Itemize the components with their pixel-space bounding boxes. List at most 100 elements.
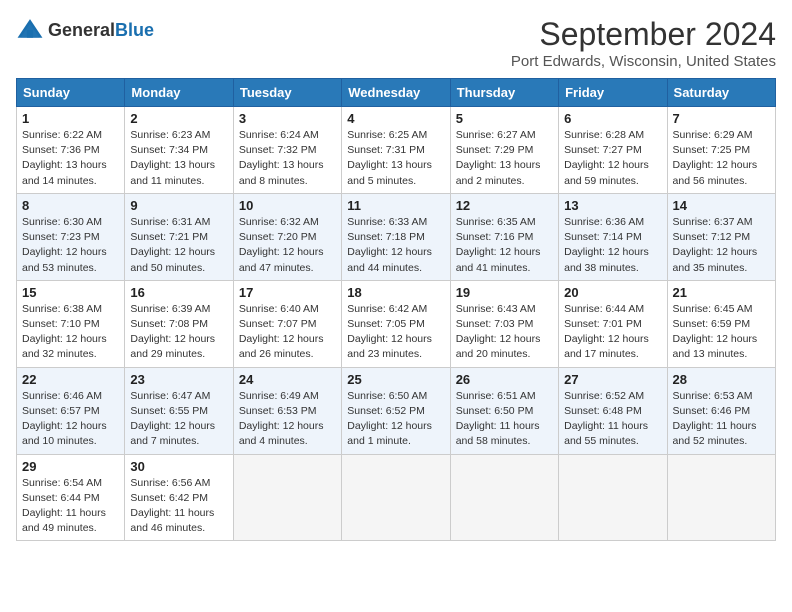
- sunset-label: Sunset: 7:23 PM: [22, 231, 100, 243]
- day-number: 27: [564, 372, 661, 387]
- daylight-label: Daylight: 12 hours and 41 minutes.: [456, 246, 541, 273]
- day-number: 16: [130, 285, 227, 300]
- daylight-label: Daylight: 13 hours and 5 minutes.: [347, 159, 432, 186]
- daylight-label: Daylight: 12 hours and 32 minutes.: [22, 333, 107, 360]
- calendar-cell: 15 Sunrise: 6:38 AM Sunset: 7:10 PM Dayl…: [17, 280, 125, 367]
- daylight-label: Daylight: 12 hours and 23 minutes.: [347, 333, 432, 360]
- day-info: Sunrise: 6:29 AM Sunset: 7:25 PM Dayligh…: [673, 128, 770, 189]
- day-info: Sunrise: 6:33 AM Sunset: 7:18 PM Dayligh…: [347, 215, 444, 276]
- day-number: 10: [239, 198, 336, 213]
- day-number: 3: [239, 111, 336, 126]
- day-info: Sunrise: 6:51 AM Sunset: 6:50 PM Dayligh…: [456, 389, 553, 450]
- sunset-label: Sunset: 7:29 PM: [456, 144, 534, 156]
- daylight-label: Daylight: 12 hours and 7 minutes.: [130, 420, 215, 447]
- day-info: Sunrise: 6:49 AM Sunset: 6:53 PM Dayligh…: [239, 389, 336, 450]
- sunset-label: Sunset: 6:46 PM: [673, 405, 751, 417]
- day-number: 12: [456, 198, 553, 213]
- calendar-cell: [233, 454, 341, 541]
- sunrise-label: Sunrise: 6:39 AM: [130, 303, 210, 315]
- sunrise-label: Sunrise: 6:30 AM: [22, 216, 102, 228]
- sunset-label: Sunset: 7:05 PM: [347, 318, 425, 330]
- calendar-cell: 23 Sunrise: 6:47 AM Sunset: 6:55 PM Dayl…: [125, 367, 233, 454]
- daylight-label: Daylight: 12 hours and 29 minutes.: [130, 333, 215, 360]
- sunset-label: Sunset: 7:08 PM: [130, 318, 208, 330]
- day-info: Sunrise: 6:45 AM Sunset: 6:59 PM Dayligh…: [673, 302, 770, 363]
- calendar-cell: 3 Sunrise: 6:24 AM Sunset: 7:32 PM Dayli…: [233, 107, 341, 194]
- calendar-cell: 24 Sunrise: 6:49 AM Sunset: 6:53 PM Dayl…: [233, 367, 341, 454]
- daylight-label: Daylight: 12 hours and 4 minutes.: [239, 420, 324, 447]
- sunset-label: Sunset: 7:18 PM: [347, 231, 425, 243]
- sunrise-label: Sunrise: 6:37 AM: [673, 216, 753, 228]
- day-info: Sunrise: 6:39 AM Sunset: 7:08 PM Dayligh…: [130, 302, 227, 363]
- month-title: September 2024: [511, 16, 776, 53]
- day-number: 17: [239, 285, 336, 300]
- calendar-week-row: 8 Sunrise: 6:30 AM Sunset: 7:23 PM Dayli…: [17, 193, 776, 280]
- sunset-label: Sunset: 6:55 PM: [130, 405, 208, 417]
- sunset-label: Sunset: 7:36 PM: [22, 144, 100, 156]
- sunrise-label: Sunrise: 6:32 AM: [239, 216, 319, 228]
- day-number: 8: [22, 198, 119, 213]
- calendar-cell: 21 Sunrise: 6:45 AM Sunset: 6:59 PM Dayl…: [667, 280, 775, 367]
- day-number: 4: [347, 111, 444, 126]
- sunrise-label: Sunrise: 6:28 AM: [564, 129, 644, 141]
- sunset-label: Sunset: 7:10 PM: [22, 318, 100, 330]
- sunrise-label: Sunrise: 6:38 AM: [22, 303, 102, 315]
- calendar-cell: 22 Sunrise: 6:46 AM Sunset: 6:57 PM Dayl…: [17, 367, 125, 454]
- calendar-cell: [342, 454, 450, 541]
- daylight-label: Daylight: 11 hours and 49 minutes.: [22, 507, 106, 534]
- sunset-label: Sunset: 7:31 PM: [347, 144, 425, 156]
- calendar-cell: 30 Sunrise: 6:56 AM Sunset: 6:42 PM Dayl…: [125, 454, 233, 541]
- calendar-cell: 26 Sunrise: 6:51 AM Sunset: 6:50 PM Dayl…: [450, 367, 558, 454]
- sunset-label: Sunset: 7:27 PM: [564, 144, 642, 156]
- day-info: Sunrise: 6:53 AM Sunset: 6:46 PM Dayligh…: [673, 389, 770, 450]
- sunset-label: Sunset: 7:25 PM: [673, 144, 751, 156]
- daylight-label: Daylight: 12 hours and 50 minutes.: [130, 246, 215, 273]
- calendar-cell: 14 Sunrise: 6:37 AM Sunset: 7:12 PM Dayl…: [667, 193, 775, 280]
- sunrise-label: Sunrise: 6:51 AM: [456, 390, 536, 402]
- day-number: 1: [22, 111, 119, 126]
- calendar-cell: [667, 454, 775, 541]
- calendar-cell: 13 Sunrise: 6:36 AM Sunset: 7:14 PM Dayl…: [559, 193, 667, 280]
- sunset-label: Sunset: 7:32 PM: [239, 144, 317, 156]
- calendar-cell: 6 Sunrise: 6:28 AM Sunset: 7:27 PM Dayli…: [559, 107, 667, 194]
- day-info: Sunrise: 6:40 AM Sunset: 7:07 PM Dayligh…: [239, 302, 336, 363]
- day-info: Sunrise: 6:44 AM Sunset: 7:01 PM Dayligh…: [564, 302, 661, 363]
- sunrise-label: Sunrise: 6:31 AM: [130, 216, 210, 228]
- day-number: 14: [673, 198, 770, 213]
- day-info: Sunrise: 6:37 AM Sunset: 7:12 PM Dayligh…: [673, 215, 770, 276]
- day-info: Sunrise: 6:25 AM Sunset: 7:31 PM Dayligh…: [347, 128, 444, 189]
- sunset-label: Sunset: 7:20 PM: [239, 231, 317, 243]
- day-number: 20: [564, 285, 661, 300]
- sunrise-label: Sunrise: 6:56 AM: [130, 477, 210, 489]
- sunset-label: Sunset: 6:57 PM: [22, 405, 100, 417]
- calendar-cell: 4 Sunrise: 6:25 AM Sunset: 7:31 PM Dayli…: [342, 107, 450, 194]
- daylight-label: Daylight: 12 hours and 44 minutes.: [347, 246, 432, 273]
- col-friday: Friday: [559, 79, 667, 107]
- sunrise-label: Sunrise: 6:50 AM: [347, 390, 427, 402]
- calendar-table: Sunday Monday Tuesday Wednesday Thursday…: [16, 78, 776, 541]
- daylight-label: Daylight: 12 hours and 26 minutes.: [239, 333, 324, 360]
- logo: GeneralBlue: [16, 16, 154, 44]
- day-number: 22: [22, 372, 119, 387]
- day-info: Sunrise: 6:27 AM Sunset: 7:29 PM Dayligh…: [456, 128, 553, 189]
- day-info: Sunrise: 6:23 AM Sunset: 7:34 PM Dayligh…: [130, 128, 227, 189]
- sunrise-label: Sunrise: 6:52 AM: [564, 390, 644, 402]
- day-number: 25: [347, 372, 444, 387]
- calendar-cell: 28 Sunrise: 6:53 AM Sunset: 6:46 PM Dayl…: [667, 367, 775, 454]
- daylight-label: Daylight: 12 hours and 17 minutes.: [564, 333, 649, 360]
- calendar-cell: 18 Sunrise: 6:42 AM Sunset: 7:05 PM Dayl…: [342, 280, 450, 367]
- daylight-label: Daylight: 13 hours and 8 minutes.: [239, 159, 324, 186]
- sunset-label: Sunset: 6:48 PM: [564, 405, 642, 417]
- day-info: Sunrise: 6:22 AM Sunset: 7:36 PM Dayligh…: [22, 128, 119, 189]
- daylight-label: Daylight: 11 hours and 58 minutes.: [456, 420, 540, 447]
- day-number: 15: [22, 285, 119, 300]
- daylight-label: Daylight: 11 hours and 46 minutes.: [130, 507, 214, 534]
- sunset-label: Sunset: 6:59 PM: [673, 318, 751, 330]
- day-info: Sunrise: 6:43 AM Sunset: 7:03 PM Dayligh…: [456, 302, 553, 363]
- daylight-label: Daylight: 12 hours and 10 minutes.: [22, 420, 107, 447]
- daylight-label: Daylight: 12 hours and 20 minutes.: [456, 333, 541, 360]
- location: Port Edwards, Wisconsin, United States: [511, 53, 776, 70]
- sunrise-label: Sunrise: 6:27 AM: [456, 129, 536, 141]
- sunrise-label: Sunrise: 6:43 AM: [456, 303, 536, 315]
- daylight-label: Daylight: 11 hours and 52 minutes.: [673, 420, 757, 447]
